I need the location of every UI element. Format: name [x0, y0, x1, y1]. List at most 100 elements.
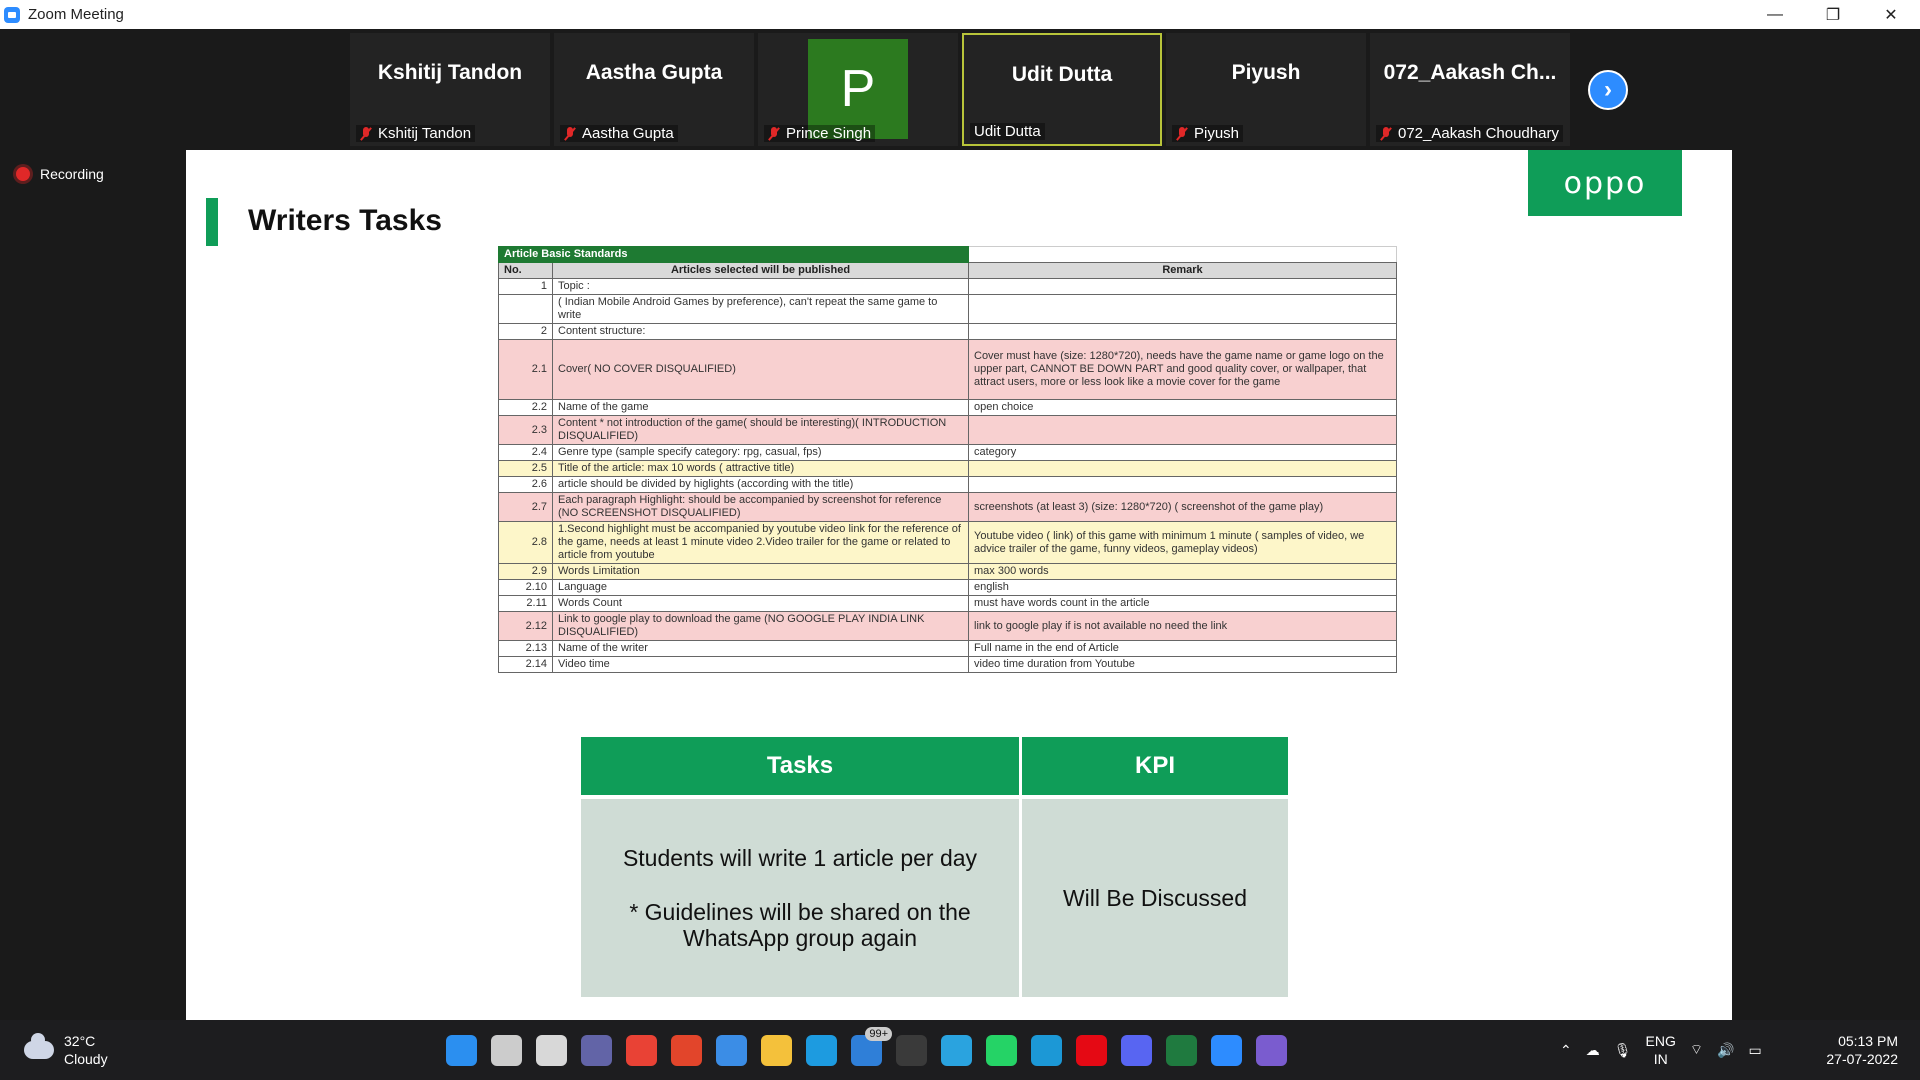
- participant-label: Kshitij Tandon: [378, 125, 472, 142]
- participant-display-name: 072_Aakash Ch...: [1383, 61, 1557, 84]
- onedrive-icon[interactable]: ☁: [1586, 1042, 1600, 1059]
- weather-temp: 32°C: [64, 1033, 96, 1049]
- dell-icon[interactable]: [896, 1034, 927, 1066]
- weather-widget[interactable]: 32°C Cloudy: [24, 1032, 108, 1068]
- telegram-icon[interactable]: [941, 1034, 972, 1066]
- battery-icon[interactable]: ▭: [1748, 1042, 1761, 1059]
- table-row: 2.7 Each paragraph Highlight: should be a…: [498, 492, 1397, 522]
- windows-taskbar: 32°C Cloudy ⌃ ☁ 🎙 ENG IN ⌔ 🔊 ▭ 05:13 PM …: [0, 1020, 1920, 1080]
- column-header: No.: [498, 262, 553, 279]
- table-row: 2 Content structure:: [498, 323, 1397, 340]
- shared-screen: oppo Writers Tasks Article Basic Standar…: [186, 150, 1732, 1020]
- mic-muted-icon: [360, 126, 372, 141]
- participant-label: Udit Dutta: [974, 123, 1041, 140]
- weather-condition: Cloudy: [64, 1051, 108, 1067]
- mic-muted-icon: [1380, 126, 1392, 141]
- participant-display-name: Udit Dutta: [1011, 63, 1113, 86]
- table-row: 2.2 Name of the game open choice: [498, 399, 1397, 416]
- prime-video-icon[interactable]: [1031, 1034, 1062, 1066]
- title-bar: Zoom Meeting — ❐ ✕: [0, 0, 1920, 29]
- close-button[interactable]: ✕: [1862, 0, 1920, 29]
- task-view-icon[interactable]: [536, 1034, 567, 1066]
- system-clock[interactable]: 05:13 PM 27-07-2022: [1826, 1032, 1898, 1068]
- standards-header: Article Basic Standards: [498, 246, 969, 263]
- chevron-up-icon[interactable]: ⌃: [1560, 1042, 1572, 1059]
- participant-label: Piyush: [1194, 125, 1240, 142]
- table-row: 2.5 Title of the article: max 10 words ( …: [498, 460, 1397, 477]
- table-row: 2.12 Link to google play to download the …: [498, 611, 1397, 641]
- participant-label: Aastha Gupta: [582, 125, 674, 142]
- column-header: Remark: [968, 262, 1397, 279]
- participant-tile[interactable]: P Prince Singh: [758, 33, 958, 146]
- participant-tile[interactable]: Aastha Gupta Aastha Gupta: [554, 33, 754, 146]
- participant-display-name: Aastha Gupta: [585, 61, 723, 84]
- taskbar-apps: [446, 1020, 1287, 1080]
- chrome-icon[interactable]: [626, 1034, 657, 1066]
- table-row: 2.6 article should be divided by higlight…: [498, 476, 1397, 493]
- table-row: 2.13 Name of the writer Full name in the e…: [498, 640, 1397, 657]
- zoom-app-icon: [4, 6, 20, 23]
- article-standards-table: Article Basic Standards No. Articles sel…: [498, 246, 1397, 673]
- participant-display-name: Piyush: [1231, 61, 1301, 84]
- table-row: 2.11 Words Count must have words count in …: [498, 595, 1397, 612]
- column-header: Articles selected will be published: [552, 262, 969, 279]
- kpi-cell: Will Be Discussed: [1022, 795, 1288, 997]
- app-icon[interactable]: [1256, 1034, 1287, 1066]
- participant-tile[interactable]: 072_Aakash Ch... 072_Aakash Choudhary: [1370, 33, 1570, 146]
- zoom-icon[interactable]: [1211, 1034, 1242, 1066]
- slide-title: Writers Tasks: [248, 204, 442, 237]
- microphone-icon[interactable]: 🎙: [1614, 1042, 1632, 1059]
- table-row: 2.1 Cover( NO COVER DISQUALIFIED) Cover mu…: [498, 339, 1397, 400]
- office-icon[interactable]: [671, 1034, 702, 1066]
- recording-label: Recording: [40, 166, 104, 182]
- participant-strip: Kshitij Tandon Kshitij Tandon Aastha Gup…: [0, 29, 1920, 150]
- oppo-logo: oppo: [1528, 150, 1682, 216]
- window-title: Zoom Meeting: [28, 6, 124, 23]
- recording-icon: [16, 167, 30, 181]
- tasks-kpi-table: Tasks KPI Students will write 1 article …: [578, 737, 1291, 997]
- mic-muted-icon: [1176, 126, 1188, 141]
- mail-icon[interactable]: [851, 1026, 892, 1066]
- cloud-icon: [24, 1033, 54, 1059]
- netflix-icon[interactable]: [1076, 1034, 1107, 1066]
- table-row: 2.10 Language english: [498, 579, 1397, 596]
- recording-indicator[interactable]: Recording: [16, 166, 104, 182]
- discord-icon[interactable]: [1121, 1034, 1152, 1066]
- tasks-cell: Students will write 1 article per day * …: [581, 795, 1019, 997]
- todo-icon[interactable]: [716, 1034, 747, 1066]
- participant-tile-active-speaker[interactable]: Udit Dutta Udit Dutta: [962, 33, 1162, 146]
- excel-icon[interactable]: [1166, 1034, 1197, 1066]
- start-icon[interactable]: [446, 1034, 477, 1066]
- language-indicator[interactable]: ENG IN: [1646, 1032, 1676, 1068]
- participant-label: Prince Singh: [786, 125, 872, 142]
- restore-button[interactable]: ❐: [1804, 0, 1862, 29]
- participant-tile[interactable]: Piyush Piyush: [1166, 33, 1366, 146]
- edge-icon[interactable]: [806, 1034, 837, 1066]
- whatsapp-icon[interactable]: [986, 1034, 1017, 1066]
- next-participants-button[interactable]: ›: [1588, 70, 1628, 110]
- mic-muted-icon: [564, 126, 576, 141]
- table-row: ( Indian Mobile Android Games by prefere…: [498, 294, 1397, 324]
- tasks-header: Tasks: [581, 737, 1019, 795]
- table-row: 2.4 Genre type (sample specify category: …: [498, 444, 1397, 461]
- file-explorer-icon[interactable]: [761, 1034, 792, 1066]
- table-row: 2.9 Words Limitation max 300 words: [498, 563, 1397, 580]
- mic-muted-icon: [768, 126, 780, 141]
- table-row: 1 Topic :: [498, 278, 1397, 295]
- kpi-header: KPI: [1022, 737, 1288, 795]
- table-row: 2.3 Content * not introduction of the gam…: [498, 415, 1397, 445]
- participant-display-name: Kshitij Tandon: [377, 61, 523, 84]
- volume-icon[interactable]: 🔊: [1717, 1042, 1734, 1059]
- table-row: 2.14 Video time video time duration from Y…: [498, 656, 1397, 673]
- table-row: 2.8 1.Second highlight must be accompanie…: [498, 521, 1397, 564]
- system-tray: ⌃ ☁ 🎙 ENG IN ⌔ 🔊 ▭: [1560, 1020, 1762, 1080]
- search-icon[interactable]: [491, 1034, 522, 1066]
- participant-tile[interactable]: Kshitij Tandon Kshitij Tandon: [350, 33, 550, 146]
- title-accent-bar: [206, 198, 218, 246]
- participant-avatar: P: [808, 39, 908, 139]
- teams-chat-icon[interactable]: [581, 1034, 612, 1066]
- minimize-button[interactable]: —: [1746, 0, 1804, 29]
- wifi-icon[interactable]: ⌔: [1690, 1041, 1703, 1059]
- participant-label: 072_Aakash Choudhary: [1398, 125, 1559, 142]
- task-note: * Guidelines will be shared on the Whats…: [629, 899, 971, 951]
